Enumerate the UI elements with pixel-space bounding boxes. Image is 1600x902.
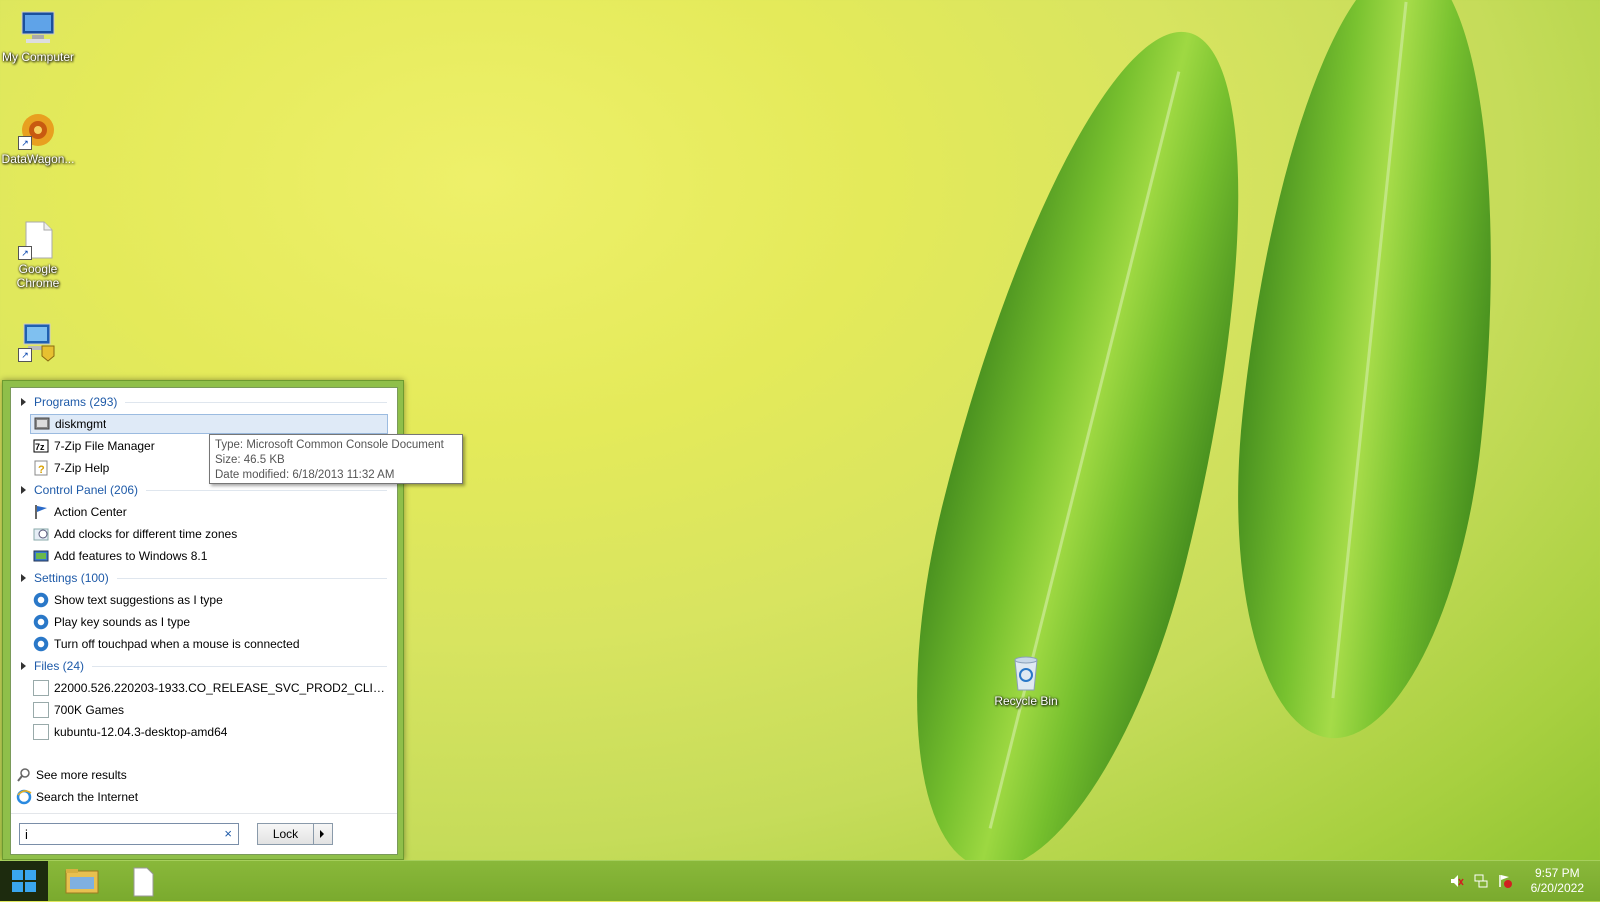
taskbar: 9:57 PM 6/20/2022 bbox=[0, 860, 1600, 901]
desktop-icon-my-computer[interactable]: My Computer bbox=[0, 8, 76, 64]
internet-explorer-icon bbox=[16, 789, 32, 805]
desktop-icon-recycle-bin[interactable]: Recycle Bin bbox=[988, 652, 1064, 708]
gear-icon bbox=[33, 614, 49, 630]
see-more-results-link[interactable]: See more results bbox=[16, 765, 127, 785]
result-item-key-sounds[interactable]: Play key sounds as I type bbox=[30, 612, 388, 632]
desktop-icon-label: Google Chrome bbox=[16, 262, 60, 290]
network-icon[interactable] bbox=[1474, 874, 1488, 888]
result-item-file[interactable]: 22000.526.220203-1933.CO_RELEASE_SVC_PRO… bbox=[30, 678, 388, 698]
start-search-input[interactable]: i × bbox=[19, 823, 239, 845]
shortcut-arrow-icon: ↗ bbox=[18, 136, 32, 150]
recycle-bin-icon bbox=[1006, 652, 1046, 692]
folder-icon bbox=[65, 869, 99, 894]
document-icon bbox=[133, 867, 154, 897]
expand-triangle-icon bbox=[21, 662, 26, 670]
desktop-icon-datawagon[interactable]: ↗ DataWagon... bbox=[0, 110, 76, 166]
desktop-icon-label: Recycle Bin bbox=[994, 694, 1058, 708]
result-item-touchpad[interactable]: Turn off touchpad when a mouse is connec… bbox=[30, 634, 388, 654]
gear-icon bbox=[33, 636, 49, 652]
category-settings[interactable]: Settings (100) bbox=[17, 568, 387, 588]
help-file-icon: ? bbox=[33, 460, 49, 476]
result-item-add-clocks[interactable]: Add clocks for different time zones bbox=[30, 524, 388, 544]
wallpaper-leaf bbox=[1209, 0, 1531, 751]
shortcut-arrow-icon: ↗ bbox=[18, 348, 32, 362]
console-icon bbox=[34, 416, 50, 432]
network-admin-icon: ↗ bbox=[18, 322, 58, 362]
flag-icon bbox=[33, 504, 49, 520]
desktop-icon-network-admin[interactable]: ↗ bbox=[0, 322, 76, 364]
datawagon-icon: ↗ bbox=[18, 110, 58, 150]
clock-time: 9:57 PM bbox=[1534, 866, 1580, 880]
clock-date: 6/20/2022 bbox=[1530, 881, 1584, 895]
expand-triangle-icon bbox=[21, 574, 26, 582]
gear-icon bbox=[33, 592, 49, 608]
expand-triangle-icon bbox=[21, 486, 26, 494]
result-item-text-suggestions[interactable]: Show text suggestions as I type bbox=[30, 590, 388, 610]
file-icon bbox=[33, 724, 49, 740]
desktop-icon-google-chrome[interactable]: ↗ Google Chrome bbox=[0, 220, 76, 290]
category-files[interactable]: Files (24) bbox=[17, 656, 387, 676]
svg-text:7z: 7z bbox=[35, 442, 45, 452]
lock-button[interactable]: Lock bbox=[257, 823, 333, 845]
result-item-file[interactable]: 700K Games bbox=[30, 700, 388, 720]
lock-options-arrow-icon[interactable] bbox=[313, 824, 332, 844]
clear-search-icon[interactable]: × bbox=[224, 826, 232, 841]
magnifier-icon bbox=[16, 767, 32, 783]
result-item-file[interactable]: kubuntu-12.04.3-desktop-amd64 bbox=[30, 722, 388, 742]
document-icon: ↗ bbox=[18, 220, 58, 260]
file-icon bbox=[33, 702, 49, 718]
taskbar-document[interactable] bbox=[114, 863, 172, 899]
category-programs[interactable]: Programs (293) bbox=[17, 392, 387, 412]
shortcut-arrow-icon: ↗ bbox=[18, 246, 32, 260]
desktop-icon-label: My Computer bbox=[1, 50, 75, 64]
7zip-icon: 7z bbox=[33, 438, 49, 454]
desktop-icon-label: DataWagon... bbox=[1, 152, 75, 166]
features-icon bbox=[33, 548, 49, 564]
volume-muted-icon[interactable] bbox=[1450, 874, 1464, 888]
computer-icon bbox=[18, 8, 58, 48]
taskbar-file-explorer[interactable] bbox=[52, 863, 110, 899]
expand-triangle-icon bbox=[21, 398, 26, 406]
windows-logo-icon bbox=[12, 870, 36, 892]
file-info-tooltip: Type: Microsoft Common Console Document … bbox=[209, 434, 463, 484]
svg-text:?: ? bbox=[38, 464, 45, 476]
action-center-alert-icon[interactable] bbox=[1498, 874, 1512, 888]
start-button[interactable] bbox=[0, 861, 48, 901]
result-item-diskmgmt[interactable]: diskmgmt bbox=[30, 414, 388, 434]
clock-icon bbox=[33, 526, 49, 542]
file-icon bbox=[33, 680, 49, 696]
result-item-add-features[interactable]: Add features to Windows 8.1 bbox=[30, 546, 388, 566]
search-internet-link[interactable]: Search the Internet bbox=[16, 787, 138, 807]
result-item-action-center[interactable]: Action Center bbox=[30, 502, 388, 522]
taskbar-clock[interactable]: 9:57 PM 6/20/2022 bbox=[1531, 866, 1584, 896]
